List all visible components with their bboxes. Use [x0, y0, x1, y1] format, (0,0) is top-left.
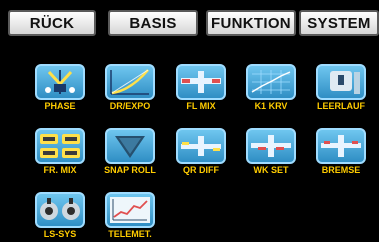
menu-item-label: FL MIX — [186, 101, 216, 111]
tab-funktion[interactable]: FUNKTION — [206, 10, 296, 36]
menu-item-label: DR/EXPO — [109, 101, 151, 111]
menu-item-label: TELEMET. — [108, 229, 152, 239]
tab-bar: RÜCK BASIS FUNKTION SYSTEM — [0, 10, 379, 40]
menu-item-telemet[interactable]: TELEMET. — [97, 192, 163, 246]
menu-item-label: LEERLAUF — [317, 101, 365, 111]
function-menu-grid: PHASE DR/EXPO FL MIX K1 KRV LEERLAUF FR.… — [0, 64, 379, 249]
page-bottom-margin — [0, 242, 379, 249]
menu-item-fl-mix[interactable]: FL MIX — [168, 64, 234, 118]
tab-basis[interactable]: BASIS — [108, 10, 198, 36]
menu-item-k1-krv[interactable]: K1 KRV — [238, 64, 304, 118]
tab-back[interactable]: RÜCK — [8, 10, 96, 36]
menu-item-phase[interactable]: PHASE — [27, 64, 93, 118]
transmitter-screen: RÜCK BASIS FUNKTION SYSTEM PHASE DR/EXPO… — [0, 0, 379, 249]
aileron-differential-icon — [176, 128, 226, 164]
menu-item-leerlauf[interactable]: LEERLAUF — [308, 64, 374, 118]
menu-item-label: QR DIFF — [183, 165, 219, 175]
phase-icon — [35, 64, 85, 100]
menu-item-label: WK SET — [253, 165, 289, 175]
expo-curve-icon — [105, 64, 155, 100]
tab-system[interactable]: SYSTEM — [299, 10, 379, 36]
telemetry-chart-icon — [105, 192, 155, 228]
idle-switch-icon — [316, 64, 366, 100]
menu-item-dr-expo[interactable]: DR/EXPO — [97, 64, 163, 118]
menu-item-label: BREMSE — [321, 165, 361, 175]
menu-item-wk-set[interactable]: WK SET — [238, 128, 304, 182]
wing-mixer-icon — [176, 64, 226, 100]
menu-item-qr-diff[interactable]: QR DIFF — [168, 128, 234, 182]
throttle-curve-icon — [246, 64, 296, 100]
menu-item-snap-roll[interactable]: SNAP ROLL — [97, 128, 163, 182]
menu-item-ls-sys[interactable]: LS-SYS — [27, 192, 93, 246]
servo-system-icon — [35, 192, 85, 228]
menu-item-label: SNAP ROLL — [104, 165, 156, 175]
menu-item-label: LS-SYS — [43, 229, 77, 239]
snap-roll-icon — [105, 128, 155, 164]
menu-item-fr-mix[interactable]: FR. MIX — [27, 128, 93, 182]
menu-item-label: PHASE — [44, 101, 76, 111]
free-mixer-icon — [35, 128, 85, 164]
menu-item-label: K1 KRV — [254, 101, 288, 111]
brake-airplane-icon — [316, 128, 366, 164]
menu-item-label: FR. MIX — [43, 165, 77, 175]
flap-settings-icon — [246, 128, 296, 164]
menu-item-bremse[interactable]: BREMSE — [308, 128, 374, 182]
